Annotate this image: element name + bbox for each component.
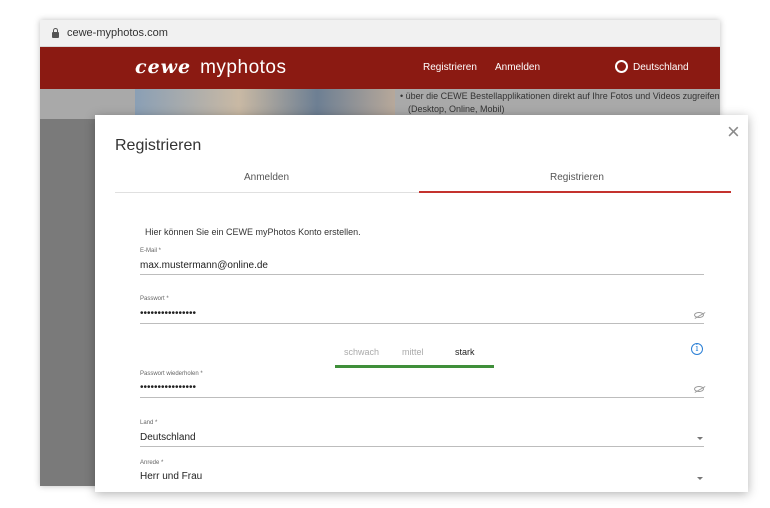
salutation-select[interactable]: Herr und Frau [140,471,202,482]
password-repeat-underline [140,397,704,398]
country-underline [140,446,704,447]
strength-strong: stark [455,347,475,357]
password-repeat-field[interactable]: •••••••••••••••• [140,382,196,393]
eye-slash-icon[interactable] [694,312,704,318]
nav-register-link[interactable]: Registrieren [423,62,477,73]
tab-underline [115,192,419,193]
lock-icon [52,27,59,38]
password-field[interactable]: •••••••••••••••• [140,308,196,319]
country-label: Land * [140,420,158,426]
chevron-down-icon[interactable] [697,437,703,440]
url-text[interactable]: cewe-myphotos.com [67,27,168,39]
info-icon[interactable]: i [691,343,703,355]
nav-country-link[interactable]: Deutschland [633,62,689,73]
country-select[interactable]: Deutschland [140,432,196,443]
logo-product: myphotos [200,57,287,78]
site-header: cewe myphotos Registrieren Anmelden Deuts… [40,47,720,89]
intro-text: Hier können Sie ein CEWE myPhotos Konto … [145,227,361,237]
close-icon[interactable]: × [727,121,740,143]
email-underline [140,274,704,275]
site-logo[interactable]: cewe myphotos [135,56,286,79]
address-bar[interactable]: cewe-myphotos.com [40,20,720,47]
register-dialog: Registrieren Anmelden Registrieren Hier … [95,115,748,492]
password-strength-bar [335,365,494,368]
tab-register[interactable]: Registrieren [550,172,604,183]
nav-login-link[interactable]: Anmelden [495,62,540,73]
dialog-title: Registrieren [115,137,202,154]
eye-slash-icon[interactable] [694,386,704,392]
password-repeat-label: Passwort wiederholen * [140,371,203,377]
chevron-down-icon[interactable] [697,477,703,480]
tab-login[interactable]: Anmelden [244,172,289,183]
feature-text: über die CEWE Bestellapplikationen direk… [405,91,720,101]
password-underline [140,323,704,324]
strength-medium: mittel [402,347,424,357]
logo-brand: cewe [135,56,192,78]
password-label: Passwort * [140,296,169,302]
active-tab-indicator [419,191,731,193]
globe-icon [615,60,628,73]
strength-weak: schwach [344,347,380,357]
email-field[interactable]: max.mustermann@online.de [140,260,268,271]
feature-bullet: • über die CEWE Bestellapplikationen dir… [400,91,720,114]
email-label: E-Mail * [140,248,162,254]
salutation-label: Anrede * [140,460,164,466]
